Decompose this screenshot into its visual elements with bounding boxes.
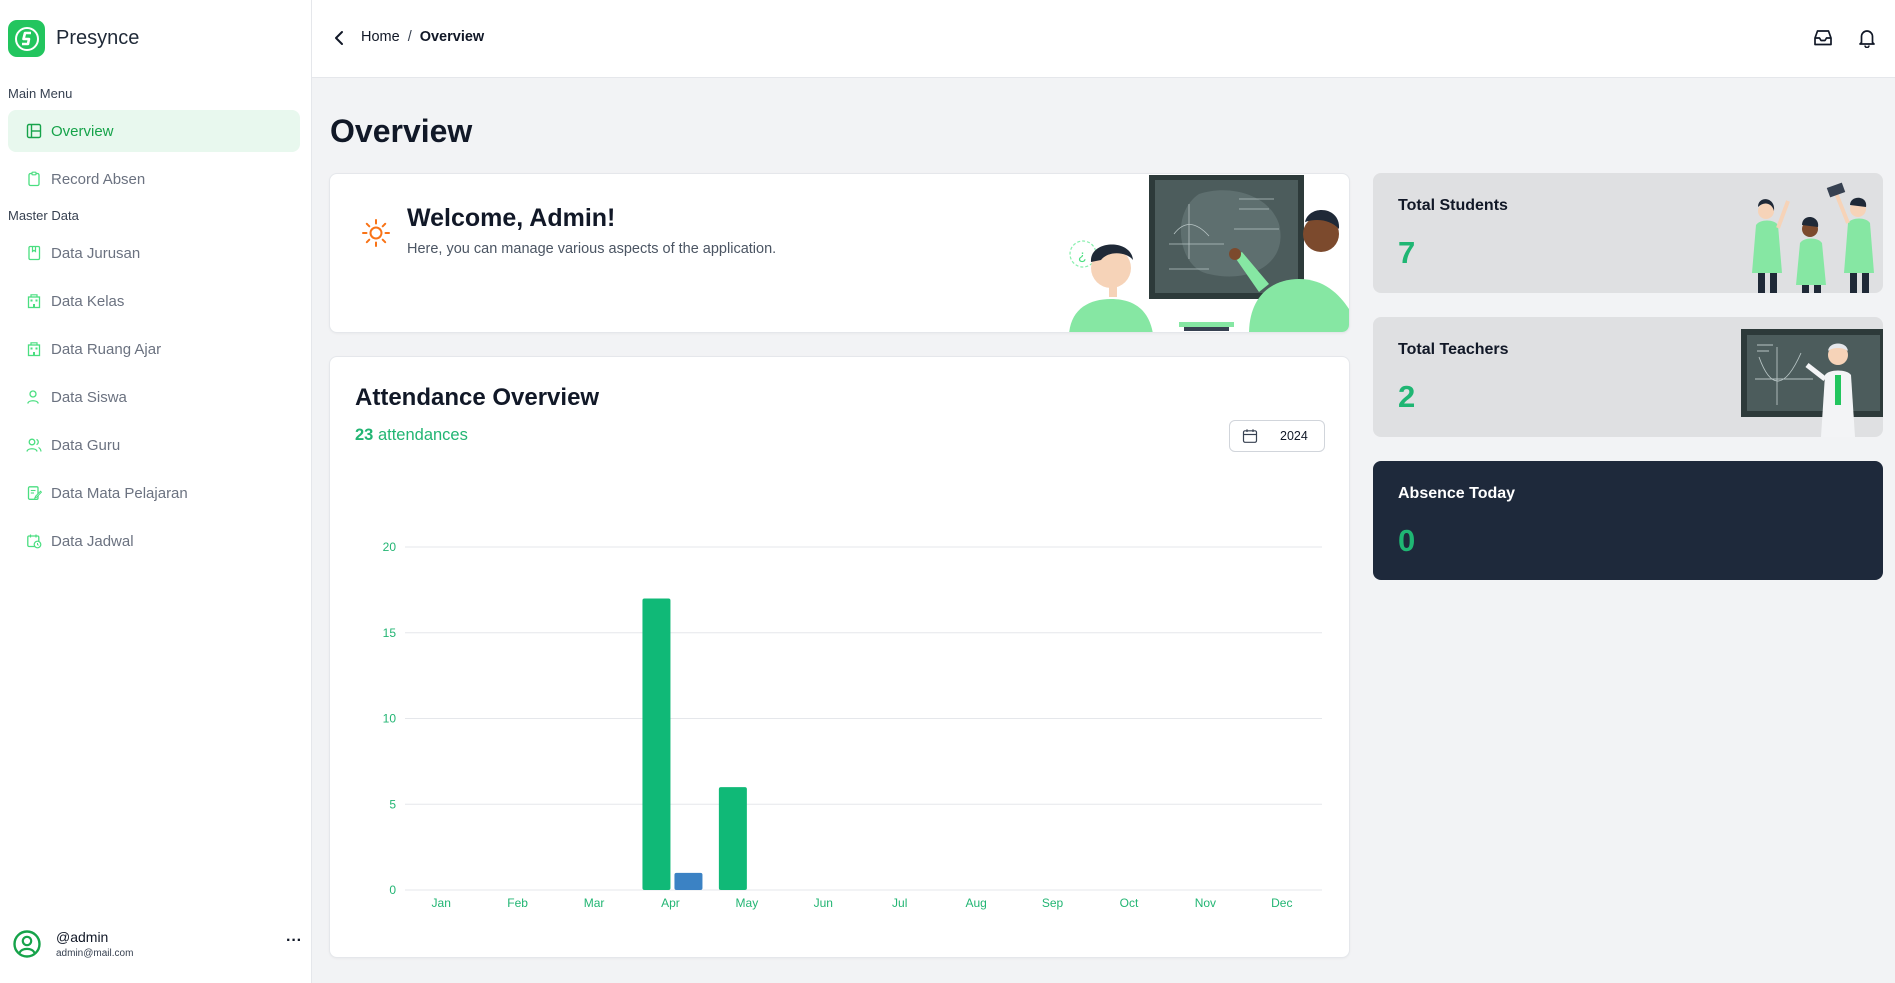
clipboard-icon	[25, 171, 42, 188]
building-icon	[25, 341, 42, 358]
y-tick-label: 5	[389, 797, 396, 811]
edit-note-icon	[25, 485, 42, 502]
breadcrumb-current: Overview	[419, 29, 485, 45]
sidebar-item-data-kelas[interactable]: Data Kelas	[8, 280, 300, 322]
x-tick-label: May	[736, 896, 759, 910]
sidebar-item-data-ruang-ajar[interactable]: Data Ruang Ajar	[8, 328, 300, 370]
user-avatar-icon	[12, 929, 42, 959]
attendance-chart: 0 5 10 15 20 Jan Feb Mar Apr May Jun Jul Aug Sep Oct N…	[383, 540, 1322, 910]
x-tick-label: Oct	[1120, 896, 1139, 910]
welcome-title: Welcome, Admin!	[407, 204, 616, 232]
presynce-logo-icon	[8, 20, 45, 57]
year-picker-value: 2024	[1280, 429, 1308, 443]
brand-name: Presynce	[56, 27, 140, 49]
stat-value: 2	[1398, 379, 1416, 414]
x-tick-label: Jun	[814, 896, 833, 910]
chart-bar-may-series-1[interactable]	[718, 787, 747, 890]
breadcrumb-separator: /	[407, 29, 412, 45]
x-tick-label: Mar	[584, 896, 605, 910]
x-tick-label: Nov	[1195, 896, 1216, 910]
sidebar-item-label: Data Jadwal	[51, 532, 134, 550]
sidebar-item-data-mata-pelajaran[interactable]: Data Mata Pelajaran	[8, 472, 300, 514]
y-tick-label: 10	[383, 712, 397, 726]
sun-icon	[361, 218, 391, 248]
breadcrumb-home[interactable]: Home	[361, 29, 400, 45]
y-tick-label: 20	[383, 540, 397, 554]
chevron-left-icon	[335, 31, 343, 45]
inbox-icon[interactable]	[1812, 27, 1834, 49]
sidebar-item-label: Data Mata Pelajaran	[51, 484, 188, 502]
attendance-count-number: 23	[355, 426, 374, 444]
main-menu-label: Main Menu	[8, 86, 73, 101]
attendance-count-suffix: attendances	[373, 426, 468, 444]
bell-icon[interactable]	[1856, 27, 1878, 49]
x-tick-label: Sep	[1042, 896, 1064, 910]
svg-text:¿: ¿	[1078, 247, 1087, 263]
user-profile[interactable]: @admin admin@mail.com ···	[12, 924, 302, 964]
x-tick-label: Jul	[892, 896, 907, 910]
stat-label: Total Teachers	[1398, 341, 1509, 358]
stat-label: Total Students	[1398, 197, 1508, 214]
x-tick-label: Apr	[661, 896, 680, 910]
user-email: admin@mail.com	[56, 948, 134, 959]
user-icon	[25, 389, 42, 406]
sidebar-item-label: Data Jurusan	[51, 244, 141, 262]
calendar-clock-icon	[25, 533, 42, 550]
stat-card-total-teachers: Total Teachers 2	[1373, 317, 1883, 437]
breadcrumb: Home / Overview	[361, 29, 484, 45]
x-tick-label: Feb	[507, 896, 528, 910]
students-illustration	[1752, 182, 1874, 293]
attendance-count: 23 attendances	[355, 426, 468, 445]
users-icon	[25, 437, 42, 454]
stat-card-absence-today: Absence Today 0	[1373, 461, 1883, 580]
sidebar-item-label: Overview	[51, 122, 114, 140]
sidebar-item-label: Data Ruang Ajar	[51, 340, 162, 358]
stat-value: 7	[1398, 235, 1416, 270]
brand[interactable]: Presynce	[8, 20, 139, 57]
sidebar-item-data-siswa[interactable]: Data Siswa	[8, 376, 300, 418]
layout-icon	[25, 123, 42, 140]
sidebar-item-label: Record Absen	[51, 170, 146, 188]
sidebar-item-overview[interactable]: Overview	[8, 110, 300, 152]
attendance-card: 0 5 10 15 20 Jan Feb Mar Apr May Jun Jul Aug Sep Oct N…	[329, 356, 1350, 958]
welcome-card: Welcome, Admin! Here, you can manage var…	[329, 173, 1350, 333]
classroom-illustration: ¿	[1069, 175, 1349, 332]
master-data-label: Master Data	[8, 208, 79, 223]
building-icon	[25, 293, 42, 310]
stat-value: 0	[1398, 523, 1416, 558]
sidebar-item-data-jurusan[interactable]: Data Jurusan	[8, 232, 300, 274]
y-tick-label: 0	[389, 883, 396, 897]
teacher-illustration	[1741, 329, 1883, 437]
x-tick-label: Aug	[965, 896, 986, 910]
sidebar-item-record-absen[interactable]: Record Absen	[8, 158, 300, 200]
sidebar-item-label: Data Kelas	[51, 292, 125, 310]
sidebar-item-data-guru[interactable]: Data Guru	[8, 424, 300, 466]
book-icon	[25, 245, 42, 262]
x-tick-label: Dec	[1271, 896, 1292, 910]
chart-bar-apr-series-2[interactable]	[674, 872, 703, 890]
year-picker-button[interactable]: 2024	[1229, 420, 1325, 452]
topbar: Home / Overview	[312, 0, 1895, 78]
stat-label: Absence Today	[1398, 485, 1516, 502]
back-button[interactable]	[332, 28, 350, 48]
x-tick-label: Jan	[432, 896, 451, 910]
stat-card-total-students: Total Students 7	[1373, 173, 1883, 293]
attendance-title: Attendance Overview	[355, 384, 600, 411]
sidebar-item-label: Data Guru	[51, 436, 121, 454]
page-title: Overview	[330, 113, 473, 149]
y-tick-label: 15	[383, 626, 397, 640]
sidebar-item-label: Data Siswa	[51, 388, 127, 406]
sidebar-item-data-jadwal[interactable]: Data Jadwal	[8, 520, 300, 562]
user-menu-button[interactable]: ···	[286, 932, 302, 950]
calendar-icon	[1242, 429, 1258, 443]
sidebar: Presynce Main Menu Overview Record Absen…	[0, 0, 312, 983]
welcome-subtitle: Here, you can manage various aspects of …	[407, 241, 777, 257]
user-handle: @admin	[56, 929, 109, 945]
chart-bar-apr-series-1[interactable]	[642, 598, 671, 890]
